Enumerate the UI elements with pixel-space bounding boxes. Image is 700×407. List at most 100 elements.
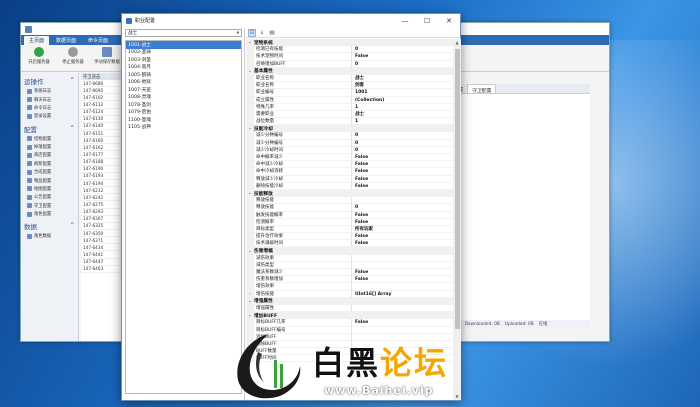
sidebar-item[interactable]: 掉落配置: [21, 143, 78, 151]
property-value[interactable]: 1: [352, 118, 453, 126]
property-value[interactable]: False: [352, 212, 453, 219]
property-value[interactable]: 战士: [352, 75, 453, 83]
property-row[interactable]: 技术满级时间 False: [246, 240, 453, 248]
sidebar-item[interactable]: 系统日志: [21, 87, 78, 95]
property-row[interactable]: 职业编号 1001: [246, 89, 453, 97]
property-value[interactable]: False: [352, 276, 453, 284]
property-row[interactable]: 需要职业 战士: [246, 110, 453, 119]
property-row[interactable]: 命中冷却消耗 False: [246, 168, 453, 176]
sidebar-item[interactable]: 守卫配置: [21, 202, 78, 210]
list-item[interactable]: 147-6140: [81, 123, 122, 130]
property-value[interactable]: 0: [352, 61, 453, 68]
sidebar-group-title[interactable]: 配置 ⌃: [21, 121, 78, 135]
subclass-item[interactable]: 1006-地狱: [126, 79, 241, 87]
property-category[interactable]: ⌄ 技能释放: [246, 189, 453, 198]
property-row[interactable]: 目标类型 所有玩家: [246, 225, 453, 234]
property-value[interactable]: False: [352, 233, 453, 241]
property-row[interactable]: 命中减少冷却 False: [246, 161, 453, 169]
property-row[interactable]: 战位数量 1: [246, 118, 453, 126]
property-row[interactable]: 释放技能 0: [246, 204, 453, 212]
ribbon-tab[interactable]: 数据页面: [51, 36, 81, 45]
class-select[interactable]: 战士 ▾: [125, 29, 242, 37]
list-item[interactable]: 147-6463: [81, 266, 122, 273]
property-value[interactable]: False: [352, 168, 453, 176]
property-row[interactable]: 增强属性: [246, 304, 453, 313]
property-value[interactable]: False: [352, 183, 453, 190]
property-row[interactable]: 删除技能冷却 False: [246, 182, 453, 190]
maximize-button[interactable]: ☐: [416, 14, 438, 27]
sidebar-item[interactable]: 地图配置: [21, 185, 78, 193]
list-item[interactable]: 147-6112: [81, 101, 122, 109]
sidebar-item[interactable]: 角色配置: [21, 210, 78, 218]
list-item[interactable]: 147-6151: [81, 130, 122, 138]
minimize-button[interactable]: —: [394, 14, 416, 27]
list-item[interactable]: 147-6212: [81, 187, 122, 195]
list-item[interactable]: 147-6190: [81, 166, 122, 173]
list-item[interactable]: 147-6242: [81, 194, 122, 202]
subclass-item[interactable]: 1002-圣骑: [126, 49, 241, 57]
list-item[interactable]: 147-6307: [81, 216, 122, 223]
property-row[interactable]: 减伤类型: [246, 261, 453, 269]
list-item[interactable]: 147-6695: [81, 87, 122, 95]
property-value[interactable]: 0: [352, 204, 453, 212]
list-item[interactable]: 147-6325: [81, 223, 122, 230]
property-row[interactable]: 检测概率 False: [246, 218, 453, 226]
list-item[interactable]: 147-6162: [81, 144, 122, 152]
property-value[interactable]: [352, 255, 453, 262]
property-row[interactable]: 增伤效果: [246, 283, 453, 291]
property-row[interactable]: 减少分钟编号 0: [246, 132, 453, 140]
property-row[interactable]: 触发技能概率 False: [246, 211, 453, 219]
property-row[interactable]: 目标BUFF几率 False: [246, 319, 453, 327]
sidebar-item[interactable]: 角色数据: [21, 232, 78, 240]
ribbon-button[interactable]: 手动保存数据: [93, 47, 121, 69]
sidebar-item[interactable]: 聊天日志: [21, 95, 78, 103]
list-item[interactable]: 147-6441: [81, 251, 122, 259]
property-category[interactable]: ⌄ 技能冷却: [246, 125, 453, 133]
property-row[interactable]: 职业名称 战士: [246, 74, 453, 83]
right-panel-tab[interactable]: 守卫配置: [467, 84, 497, 94]
property-value[interactable]: False: [352, 269, 453, 277]
subclass-item[interactable]: 1008-灵魂: [126, 94, 241, 102]
subclass-item[interactable]: 1078-圣剑: [126, 101, 241, 109]
list-item[interactable]: 147-6124: [81, 109, 122, 116]
sidebar-item[interactable]: 合成配置: [21, 168, 78, 176]
sidebar-item[interactable]: 怪物配置: [21, 135, 78, 143]
chevron-down-icon[interactable]: ⌄: [246, 40, 254, 45]
property-value[interactable]: False: [352, 176, 453, 183]
chevron-down-icon[interactable]: ⌄: [246, 126, 254, 131]
sidebar-item[interactable]: 登录设置: [21, 112, 78, 120]
scroll-up-icon[interactable]: ▲: [453, 39, 461, 46]
list-item[interactable]: 147-6160: [81, 137, 122, 145]
property-value[interactable]: [352, 283, 453, 291]
property-row[interactable]: 减伤效果: [246, 254, 453, 262]
property-value[interactable]: 0: [352, 46, 453, 54]
ribbon-button[interactable]: 开启服务器: [25, 47, 53, 69]
categorized-view-button[interactable]: ☷: [248, 28, 256, 37]
list-item[interactable]: 147-6434: [81, 244, 122, 252]
close-button[interactable]: ✕: [438, 14, 460, 27]
property-row[interactable]: 检测已有技能 0: [246, 46, 453, 54]
property-value[interactable]: False: [352, 240, 453, 248]
subclass-item[interactable]: 1001-战士: [126, 41, 241, 49]
ribbon-tab[interactable]: 主页面: [24, 36, 50, 45]
list-item[interactable]: 147-6293: [81, 209, 122, 216]
property-row[interactable]: 释放减少冷却 False: [246, 175, 453, 183]
subclass-item[interactable]: 1003-剑圣: [126, 56, 241, 64]
property-value[interactable]: False: [352, 219, 453, 226]
sidebar-group-title[interactable]: 运操作 ⌃: [21, 73, 78, 87]
property-row[interactable]: 成立属性 (Collection): [246, 96, 453, 104]
property-category[interactable]: ⌄ 伤害增幅: [246, 247, 453, 255]
property-category[interactable]: ⌄ 增强属性: [246, 297, 453, 305]
property-value[interactable]: 1001: [352, 89, 453, 97]
property-row[interactable]: 职业名称 剑客: [246, 82, 453, 90]
list-item[interactable]: 147-6102: [81, 94, 122, 102]
list-item[interactable]: 147-6686: [81, 80, 122, 88]
list-item[interactable]: 147-6177: [81, 151, 122, 159]
subclass-item[interactable]: 1100-圣魂: [126, 116, 241, 124]
list-item[interactable]: 147-6130: [81, 116, 122, 123]
subclass-item[interactable]: 1007-天罡: [126, 86, 241, 94]
property-value[interactable]: 0: [352, 147, 453, 154]
list-item[interactable]: 147-6188: [81, 159, 122, 166]
list-item[interactable]: 147-6447: [81, 259, 122, 266]
subclass-item[interactable]: 1004-黑月: [126, 64, 241, 72]
